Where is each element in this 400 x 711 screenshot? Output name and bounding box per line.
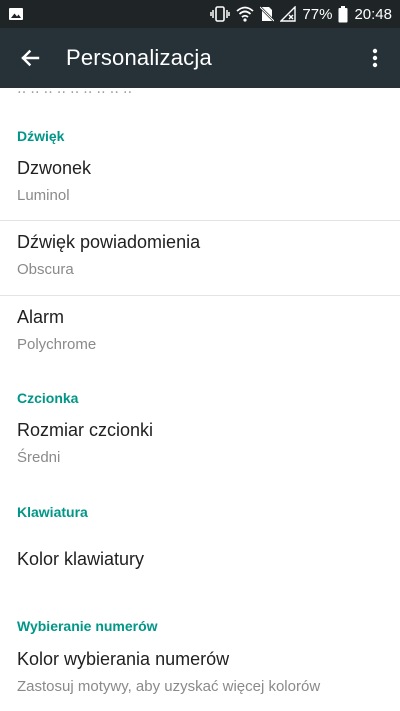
- signal-off-icon: [280, 6, 297, 22]
- setting-dialer-color-title: Kolor wybierania numerów: [17, 649, 230, 669]
- battery-percent: 77%: [302, 5, 333, 23]
- setting-alarm-title: Alarm: [17, 307, 65, 327]
- no-sim-icon: [260, 6, 275, 22]
- setting-dialer-color[interactable]: Kolor wybierania numerów Zastosuj motywy…: [0, 638, 400, 711]
- setting-alarm[interactable]: Alarm Polychrome: [0, 296, 400, 370]
- back-button[interactable]: [0, 28, 60, 88]
- setting-notification-sound[interactable]: Dźwięk powiadomienia Obscura: [0, 221, 400, 295]
- section-header-dialer: Wybieranie numerów: [17, 618, 158, 634]
- image-icon: [8, 6, 24, 22]
- setting-font-size[interactable]: Rozmiar czcionki Średni: [0, 410, 400, 482]
- section-header-font: Czcionka: [17, 390, 79, 406]
- scrolled-off-text: ‥ ‥ ‥ ‥ ‥ ‥ ‥ ‥ ‥: [17, 88, 133, 96]
- page-title: Personalizacja: [66, 45, 212, 70]
- setting-dialer-color-value: Zastosuj motywy, aby uzyskać więcej kolo…: [17, 678, 321, 695]
- back-arrow-icon: [20, 48, 40, 68]
- settings-list[interactable]: ‥ ‥ ‥ ‥ ‥ ‥ ‥ ‥ ‥ Dźwięk Dzwonek Luminol…: [0, 88, 400, 711]
- setting-ringtone-value: Luminol: [17, 187, 70, 204]
- battery-icon: [338, 5, 348, 23]
- setting-notification-sound-value: Obscura: [17, 261, 74, 278]
- status-bar: 77% 20:48: [0, 0, 400, 28]
- app-bar: Personalizacja: [0, 28, 400, 88]
- setting-ringtone[interactable]: Dzwonek Luminol: [0, 148, 400, 220]
- wifi-icon: [236, 6, 255, 22]
- setting-keyboard-color-title: Kolor klawiatury: [17, 549, 145, 569]
- more-options-button[interactable]: [350, 28, 400, 88]
- setting-keyboard-color[interactable]: Kolor klawiatury: [0, 524, 400, 596]
- section-header-keyboard: Klawiatura: [17, 504, 88, 520]
- section-header-sound: Dźwięk: [17, 128, 65, 144]
- setting-notification-sound-title: Dźwięk powiadomienia: [17, 232, 201, 252]
- setting-font-size-value: Średni: [17, 449, 61, 466]
- setting-font-size-title: Rozmiar czcionki: [17, 420, 154, 440]
- more-vert-icon: [372, 48, 378, 68]
- clock: 20:48: [354, 5, 392, 23]
- setting-alarm-value: Polychrome: [17, 336, 97, 353]
- vibrate-icon: [210, 6, 231, 22]
- setting-ringtone-title: Dzwonek: [17, 158, 92, 178]
